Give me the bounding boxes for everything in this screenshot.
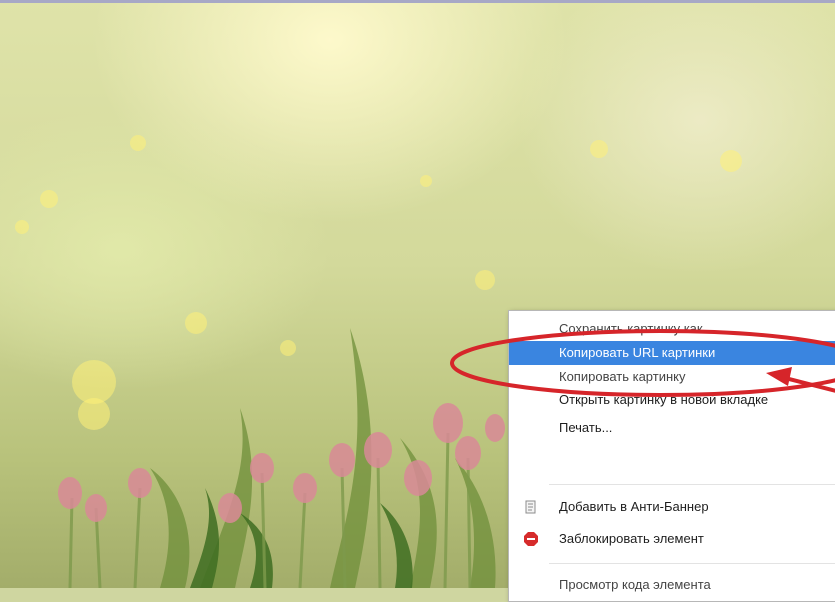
menu-item-label: Добавить в Анти-Баннер xyxy=(559,499,709,514)
menu-item-copy-image-url[interactable]: Копировать URL картинки xyxy=(509,341,835,365)
menu-item-open-image-new-tab[interactable]: Открыть картинку в новой вкладке xyxy=(509,388,835,412)
menu-separator xyxy=(549,484,835,485)
menu-item-copy-image[interactable]: Копировать картинку xyxy=(509,365,835,389)
menu-item-inspect-element[interactable]: Просмотр кода элемента xyxy=(509,573,835,597)
window-top-border xyxy=(0,0,835,3)
menu-item-add-anti-banner[interactable]: Добавить в Анти-Баннер xyxy=(509,495,835,519)
adblock-stop-icon xyxy=(524,532,538,546)
menu-item-save-image[interactable]: Сохранить картинку как... xyxy=(509,317,835,341)
context-menu: Сохранить картинку как... Копировать URL… xyxy=(508,310,835,602)
menu-item-block-element[interactable]: Заблокировать элемент xyxy=(509,527,835,551)
menu-item-label: Заблокировать элемент xyxy=(559,531,704,546)
menu-separator xyxy=(549,563,835,564)
menu-item-print[interactable]: Печать... xyxy=(509,416,835,440)
anti-banner-icon xyxy=(525,500,536,514)
